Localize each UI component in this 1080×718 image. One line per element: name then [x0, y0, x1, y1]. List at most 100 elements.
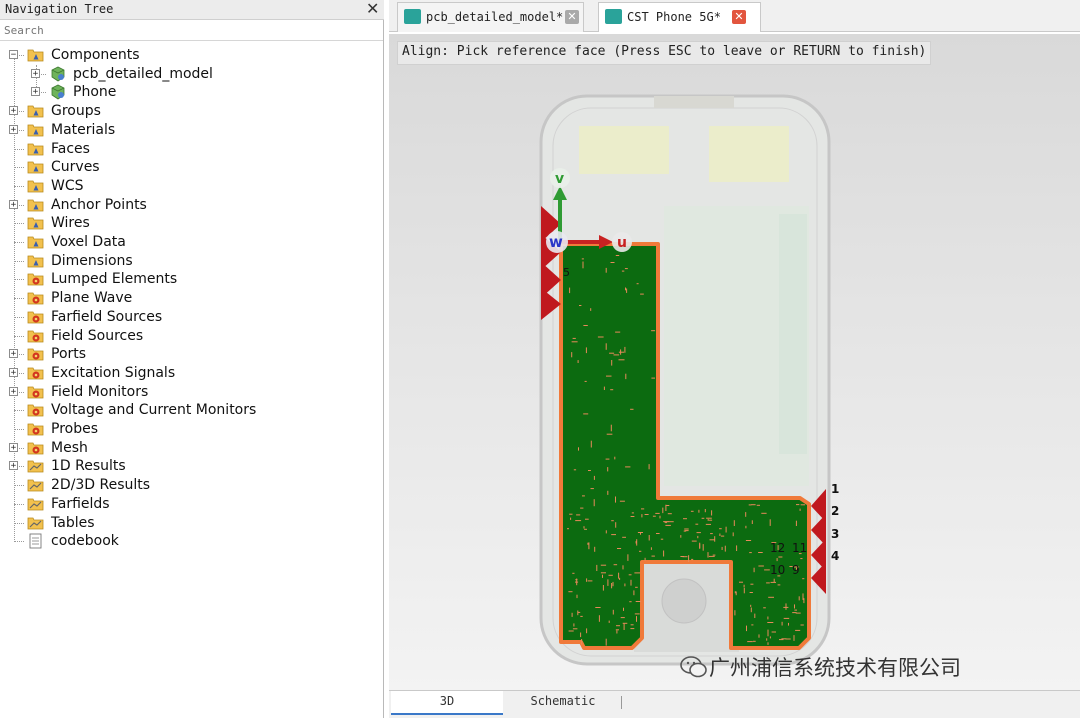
- tree-item-faces[interactable]: Faces: [0, 140, 380, 159]
- tree-item-curves[interactable]: Curves: [0, 158, 380, 177]
- expand-icon[interactable]: +: [9, 461, 18, 471]
- pcb-trace: [600, 572, 606, 574]
- tree-item-groups[interactable]: + Groups: [0, 102, 380, 121]
- tree-item-field-monitors[interactable]: + Field Monitors: [0, 383, 380, 402]
- pcb-trace: [611, 583, 613, 589]
- pcb-trace: [664, 522, 668, 524]
- pcb-trace: [802, 578, 805, 580]
- watermark-text: 广州浦信系统技术有限公司: [709, 656, 961, 680]
- tree-item-materials[interactable]: + Materials: [0, 121, 380, 140]
- pcb-trace: [630, 628, 635, 630]
- close-icon[interactable]: ✕: [366, 0, 379, 18]
- pcb-trace: [590, 308, 592, 311]
- 3d-viewport[interactable]: 5 1 2 3 4 12 11 10 9 v u w Align: Pick r…: [389, 34, 1080, 690]
- results-folder-icon: [27, 460, 44, 473]
- tree-item-2d-3d-results[interactable]: 2D/3D Results: [0, 476, 380, 495]
- pcb-trace: [583, 526, 585, 529]
- pcb-trace: [581, 639, 583, 645]
- pcb-trace: [594, 546, 596, 552]
- tree-item-wires[interactable]: Wires: [0, 214, 380, 233]
- pcb-trace: [746, 625, 747, 632]
- pcb-trace: [798, 596, 800, 601]
- folder-gear-icon: [27, 292, 44, 305]
- pcb-trace: [611, 520, 614, 522]
- pcb-trace: [769, 636, 771, 639]
- tree-item-mesh[interactable]: + Mesh: [0, 439, 380, 458]
- expand-icon[interactable]: +: [9, 386, 18, 396]
- tree-item-label: Mesh: [51, 439, 88, 456]
- pcb-trace: [750, 607, 752, 613]
- tree-connector: [14, 242, 24, 243]
- status-message: Align: Pick reference face (Press ESC to…: [397, 41, 932, 65]
- tab-cst-phone-5g[interactable]: CST Phone 5G* ✕: [598, 2, 761, 32]
- close-icon[interactable]: ✕: [565, 10, 579, 24]
- expand-icon[interactable]: +: [9, 442, 18, 452]
- expand-icon[interactable]: +: [9, 367, 18, 377]
- tree-item-excitation-signals[interactable]: + Excitation Signals: [0, 364, 380, 383]
- tree-item-pcb-detailed-model[interactable]: + pcb_detailed_model: [0, 65, 380, 84]
- tree-item-dimensions[interactable]: Dimensions: [0, 252, 380, 271]
- pcb-trace: [699, 542, 701, 549]
- pcb-trace: [631, 512, 634, 514]
- tree-item-label: Components: [51, 47, 140, 63]
- expand-icon[interactable]: +: [9, 124, 18, 134]
- port-label: 9: [792, 563, 800, 577]
- folder-icon: [27, 143, 44, 155]
- tab-3d[interactable]: 3D: [391, 691, 503, 715]
- pcb-trace: [613, 354, 620, 356]
- expand-icon[interactable]: +: [31, 68, 40, 78]
- tree-item-components[interactable]: − Components: [0, 46, 380, 65]
- pcb-trace: [734, 591, 736, 594]
- tree-item-tables[interactable]: Tables: [0, 514, 380, 533]
- tree-item-lumped-elements[interactable]: Lumped Elements: [0, 270, 380, 289]
- tab-pcb-detailed-model[interactable]: pcb_detailed_model* ✕: [397, 2, 584, 32]
- pcb-trace: [571, 341, 578, 343]
- pcb-trace: [568, 591, 573, 593]
- search-input[interactable]: [0, 21, 383, 41]
- pcb-trace: [623, 607, 624, 611]
- pcb-trace: [748, 504, 752, 506]
- pcb-trace: [767, 629, 769, 637]
- tree-item-1d-results[interactable]: +1D Results: [0, 457, 380, 476]
- pcb-trace: [662, 507, 664, 514]
- pcb-trace: [751, 504, 756, 506]
- pcb-trace: [707, 518, 709, 521]
- pcb-trace: [627, 554, 629, 561]
- tab-schematic[interactable]: Schematic: [507, 691, 619, 713]
- axis-w-label: w: [549, 233, 563, 251]
- tree-item-wcs[interactable]: WCS: [0, 177, 380, 196]
- pcb-trace: [597, 336, 604, 338]
- pcb-trace: [606, 375, 612, 377]
- pcb-trace: [758, 634, 760, 638]
- tree-item-ports[interactable]: + Ports: [0, 345, 380, 364]
- phone-component: [779, 214, 807, 454]
- expand-icon[interactable]: +: [9, 349, 18, 359]
- pcb-trace: [761, 512, 767, 514]
- pcb-trace: [569, 513, 573, 515]
- pcb-trace: [605, 458, 610, 460]
- tree-item-field-sources[interactable]: Field Sources: [0, 327, 380, 346]
- 3d-scene[interactable]: 5 1 2 3 4 12 11 10 9 v u w: [389, 34, 1080, 690]
- tree-item-plane-wave[interactable]: Plane Wave: [0, 289, 380, 308]
- pcb-trace: [690, 510, 694, 512]
- tree-item-anchor-points[interactable]: + Anchor Points: [0, 196, 380, 215]
- collapse-icon[interactable]: −: [9, 50, 18, 60]
- tree-item-probes[interactable]: Probes: [0, 420, 380, 439]
- pcb-trace: [725, 526, 727, 533]
- tree-item-voltage-and-current-monitors[interactable]: Voltage and Current Monitors: [0, 401, 380, 420]
- tree-item-voxel-data[interactable]: Voxel Data: [0, 233, 380, 252]
- pcb-trace: [702, 544, 704, 551]
- pcb-trace: [585, 518, 589, 520]
- tree-item-codebook[interactable]: codebook: [0, 532, 380, 551]
- tree-item-farfield-sources[interactable]: Farfield Sources: [0, 308, 380, 327]
- expand-icon[interactable]: +: [31, 87, 40, 97]
- pcb-trace: [721, 546, 723, 550]
- close-icon[interactable]: ✕: [732, 10, 746, 24]
- pcb-trace: [745, 512, 747, 517]
- expand-icon[interactable]: +: [9, 106, 18, 116]
- expand-icon[interactable]: +: [9, 199, 18, 209]
- tree-item-label: Lumped Elements: [51, 271, 178, 288]
- tree-item-phone[interactable]: + Phone: [0, 83, 380, 102]
- pcb-trace: [684, 528, 689, 530]
- tree-item-farfields[interactable]: Farfields: [0, 495, 380, 514]
